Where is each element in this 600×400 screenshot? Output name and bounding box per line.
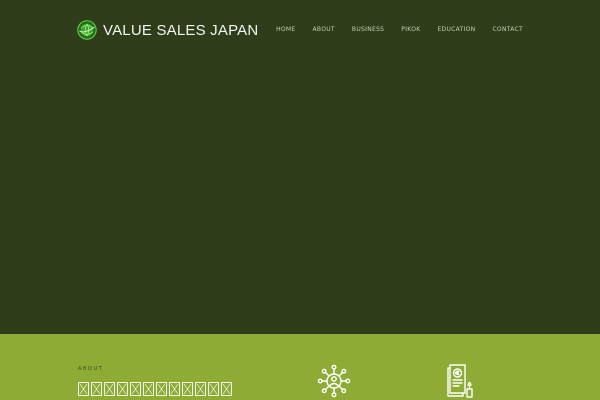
- nav-business[interactable]: BUSINESS: [352, 26, 384, 34]
- hero-section: VALUE SALES JAPAN HOME ABOUT BUSINESS PI…: [0, 0, 600, 334]
- missing-glyph: [208, 382, 219, 396]
- contract-document-icon: [447, 364, 473, 398]
- missing-glyph: [143, 382, 154, 396]
- nav-home[interactable]: HOME: [276, 26, 295, 34]
- logo-text: VALUE SALES JAPAN: [103, 21, 259, 39]
- missing-glyph: [169, 382, 180, 396]
- nav-contact[interactable]: CONTACT: [492, 26, 523, 34]
- site-logo[interactable]: VALUE SALES JAPAN: [77, 20, 258, 40]
- network-person-icon: [317, 364, 351, 398]
- about-heading-missing-glyphs: [78, 382, 232, 396]
- nav-pikok[interactable]: PIKOK: [401, 26, 420, 34]
- about-section-label: ABOUT: [78, 366, 104, 372]
- main-nav: HOME ABOUT BUSINESS PIKOK EDUCATION CONT…: [259, 26, 523, 34]
- missing-glyph: [78, 382, 89, 396]
- missing-glyph: [221, 382, 232, 396]
- missing-glyph: [104, 382, 115, 396]
- globe-icon: [77, 20, 97, 40]
- missing-glyph: [130, 382, 141, 396]
- missing-glyph: [182, 382, 193, 396]
- missing-glyph: [91, 382, 102, 396]
- missing-glyph: [195, 382, 206, 396]
- missing-glyph: [156, 382, 167, 396]
- nav-education[interactable]: EDUCATION: [437, 26, 475, 34]
- nav-about[interactable]: ABOUT: [313, 26, 335, 34]
- missing-glyph: [117, 382, 128, 396]
